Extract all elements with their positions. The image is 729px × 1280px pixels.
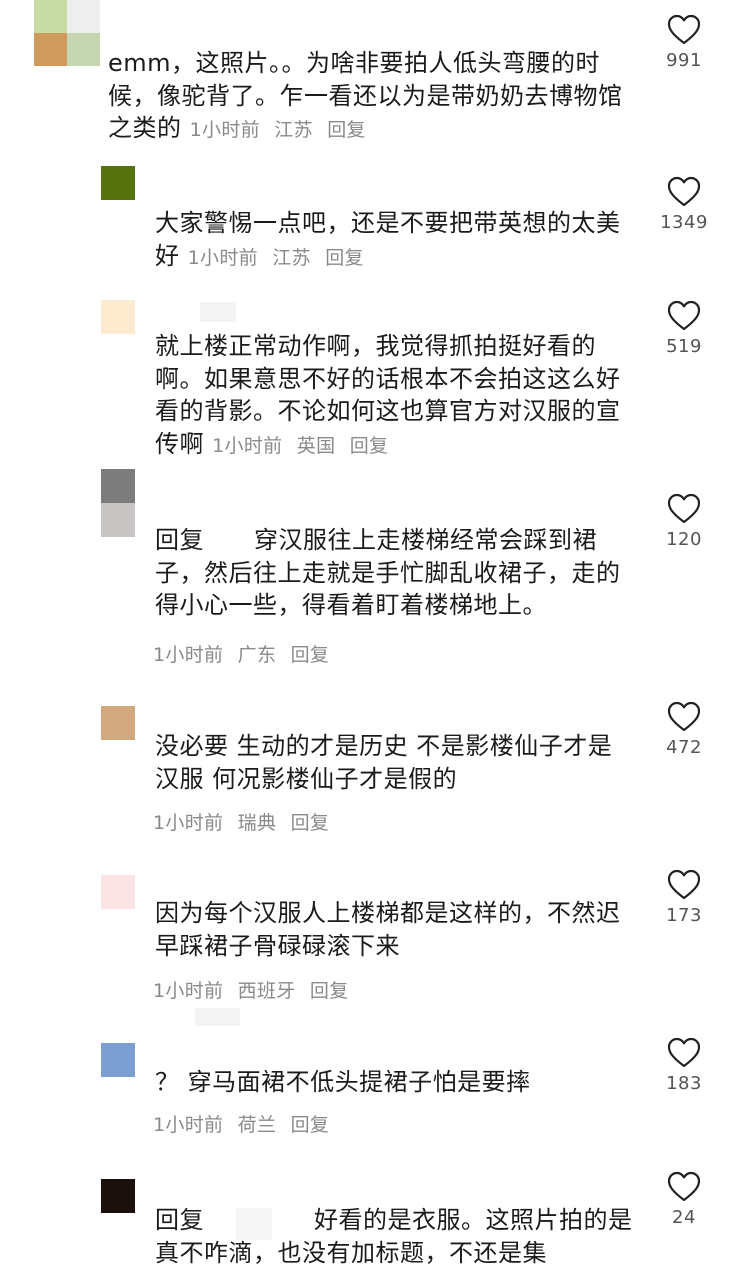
comment-text-block: 回复 穿汉服往上走楼梯经常会踩到裙子，然后往上走就是手忙脚乱收裙子，走的得小心一些… [155,524,635,622]
comment-meta: 1小时前 江苏 回复 [190,119,374,141]
avatar-tile [67,33,100,66]
heart-outline-icon [667,701,701,732]
comment-time: 1小时前 [153,812,224,834]
avatar[interactable] [34,0,100,66]
comment-meta: 1小时前 瑞典 回复 [153,808,337,835]
like-count: 991 [666,50,702,71]
like-button[interactable]: 24 [660,1171,708,1228]
heart-outline-icon [667,493,701,524]
like-count: 472 [666,737,702,758]
comment-location: 英国 [296,434,336,457]
reply-prefix: 回复 [155,1206,204,1234]
avatar[interactable] [101,1043,135,1077]
comment-text-block: ？ 穿马面裙不低头提裙子怕是要摔 [155,1066,635,1099]
like-count: 24 [672,1207,696,1228]
comment-time: 1小时前 [153,1114,224,1136]
like-button[interactable]: 472 [660,701,708,758]
avatar[interactable] [101,1179,135,1213]
comment-text: 好看的是衣服。这照片拍的是真不咋滴，也没有加标题，不还是集 [155,1206,633,1267]
comment-text-block: emm，这照片。。为啥非要拍人低头弯腰的时候，像驼背了。乍一看还以为是带奶奶去博… [108,47,628,147]
comment-text-block: 因为每个汉服人上楼梯都是这样的，不然迟早踩裙子骨碌碌滚下来 [155,897,635,962]
like-button[interactable]: 173 [660,869,708,926]
reply-button[interactable]: 回复 [350,435,389,457]
avatar[interactable] [101,875,135,909]
blurred-username [195,1008,240,1026]
comment-meta: 1小时前 荷兰 回复 [153,1110,337,1137]
comment-meta: 1小时前 西班牙 回复 [153,976,357,1003]
comment-text-block: 大家警惕一点吧，还是不要把带英想的太美好 1小时前 江苏 回复 [155,207,635,274]
avatar-tile [67,0,100,33]
comment-time: 1小时前 [153,644,224,666]
comment-text: 因为每个汉服人上楼梯都是这样的，不然迟早踩裙子骨碌碌滚下来 [155,899,621,960]
comment-text: ？ 穿马面裙不低头提裙子怕是要摔 [155,1068,531,1096]
heart-outline-icon [667,14,701,45]
avatar[interactable] [101,300,135,334]
comment-text-block: 没必要 生动的才是历史 不是影楼仙子才是汉服 何况影楼仙子才是假的 [155,730,635,795]
comment-text-block: 回复 好看的是衣服。这照片拍的是真不咋滴，也没有加标题，不还是集 [155,1204,635,1269]
reply-button[interactable]: 回复 [325,247,364,269]
avatar-tile [101,503,135,537]
like-button[interactable]: 183 [660,1037,708,1094]
comment-time: 1小时前 [189,119,260,141]
comment-time: 1小时前 [153,980,224,1002]
reply-prefix: 回复 [155,526,204,554]
reply-button[interactable]: 回复 [327,119,366,141]
like-count: 519 [666,336,702,357]
reply-button[interactable]: 回复 [291,644,330,666]
avatar[interactable] [101,469,135,537]
comment-meta: 1小时前 广东 回复 [153,640,337,667]
comment-location: 荷兰 [237,1114,277,1136]
like-button[interactable]: 120 [660,493,708,550]
avatar[interactable] [101,706,135,740]
like-button[interactable]: 519 [660,300,708,357]
heart-outline-icon [667,300,701,331]
like-count: 173 [666,905,702,926]
like-count: 120 [666,529,702,550]
blurred-username [200,302,236,322]
heart-outline-icon [667,176,701,207]
like-count: 1349 [660,212,708,233]
reply-button[interactable]: 回复 [291,812,330,834]
comment-location: 江苏 [274,119,313,141]
comment-location: 江苏 [272,246,311,269]
comment-time: 1小时前 [187,246,258,269]
comment-time: 1小时前 [212,434,283,457]
avatar[interactable] [101,166,135,200]
comment-text-block: 就上楼正常动作啊，我觉得抓拍挺好看的啊。如果意思不好的话根本不会拍这这么好看的背… [155,330,635,462]
comment-meta: 1小时前 英国 回复 [212,435,396,457]
comment-meta: 1小时前 江苏 回复 [188,247,372,269]
like-count: 183 [666,1073,702,1094]
comment-text: 穿汉服往上走楼梯经常会踩到裙子，然后往上走就是手忙脚乱收裙子，走的得小心一些，得… [155,526,621,619]
comment-location: 西班牙 [237,980,296,1002]
comment-location: 瑞典 [237,812,277,834]
reply-button[interactable]: 回复 [310,980,349,1002]
heart-outline-icon [667,869,701,900]
like-button[interactable]: 991 [660,14,708,71]
reply-button[interactable]: 回复 [291,1114,330,1136]
heart-outline-icon [667,1171,701,1202]
heart-outline-icon [667,1037,701,1068]
comment-location: 广东 [237,644,277,666]
avatar-tile [101,469,135,503]
comment-text: 没必要 生动的才是历史 不是影楼仙子才是汉服 何况影楼仙子才是假的 [155,732,613,793]
like-button[interactable]: 1349 [660,176,708,233]
avatar-tile [34,33,67,66]
avatar-tile [34,0,67,33]
